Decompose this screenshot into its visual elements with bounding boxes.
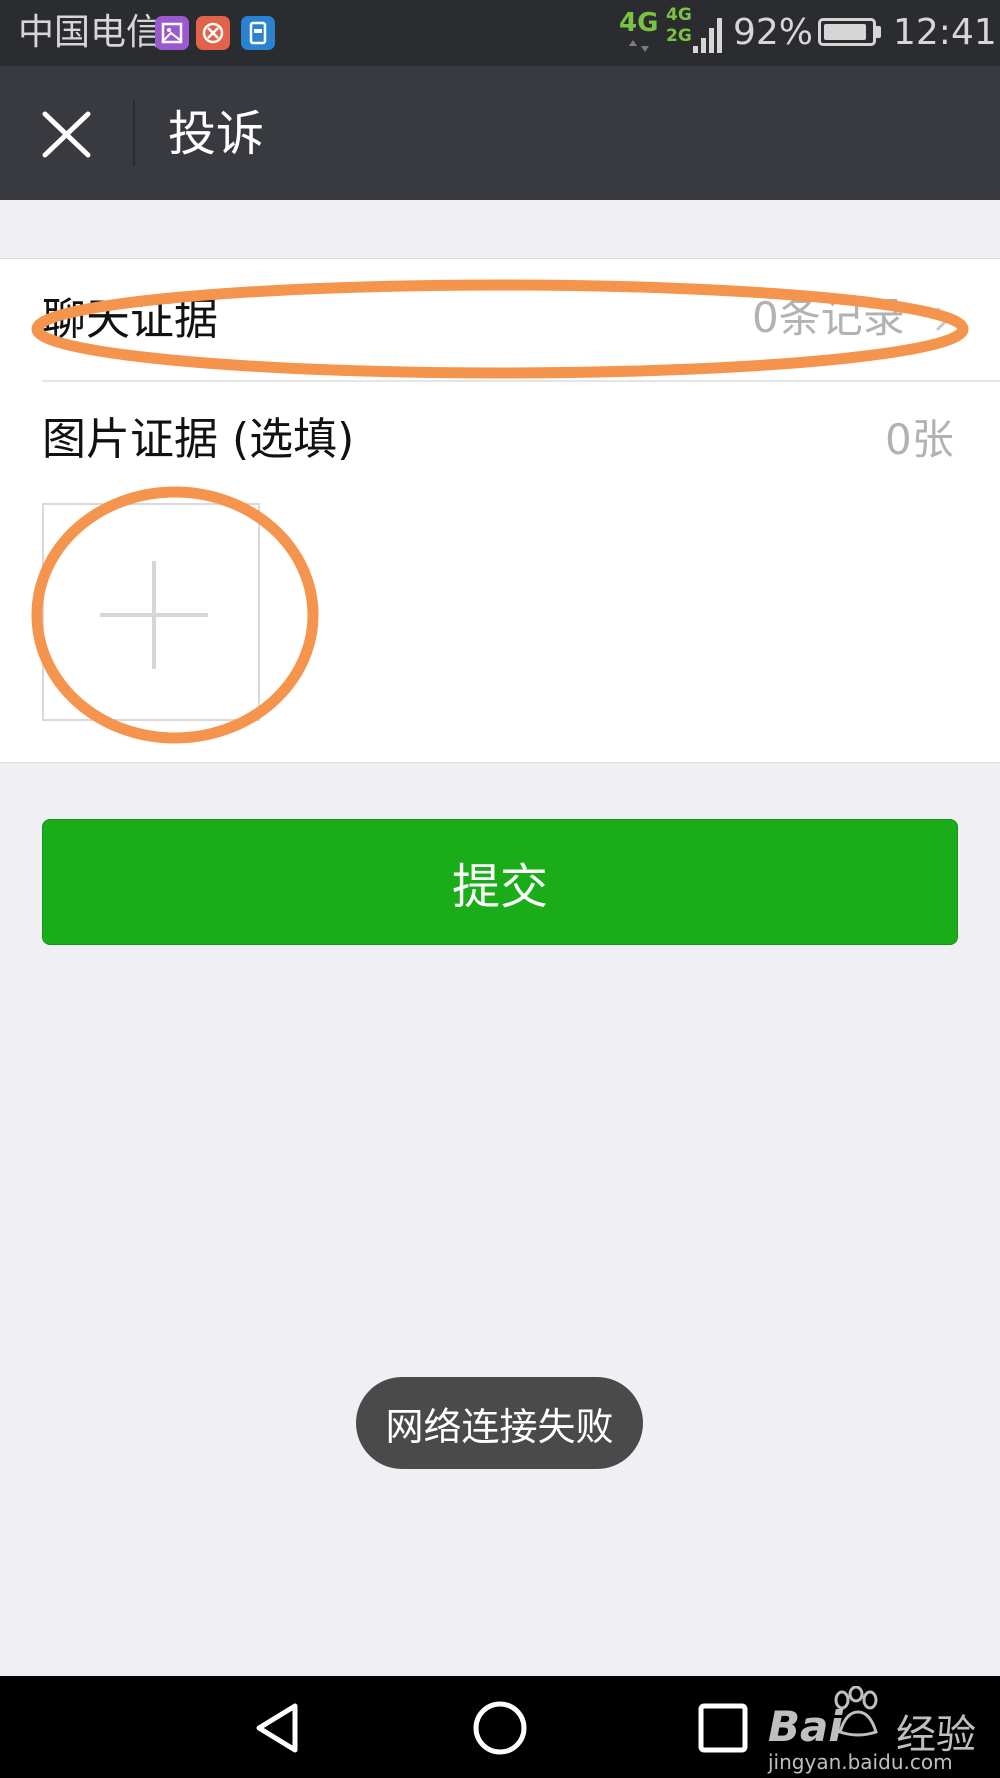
annotation-circle-photo	[31, 486, 319, 744]
watermark: Bai 经验 jingyan.baidu.com	[768, 1680, 1000, 1776]
toast-message: 网络连接失败	[356, 1377, 643, 1469]
annotation-overlay	[31, 279, 969, 744]
paw-logo-icon	[834, 1686, 878, 1737]
back-icon[interactable]	[247, 1698, 307, 1758]
recents-icon[interactable]	[693, 1698, 753, 1758]
annotation-oval-chat	[31, 279, 969, 379]
watermark-url: jingyan.baidu.com	[768, 1750, 953, 1774]
home-icon[interactable]	[470, 1698, 530, 1758]
